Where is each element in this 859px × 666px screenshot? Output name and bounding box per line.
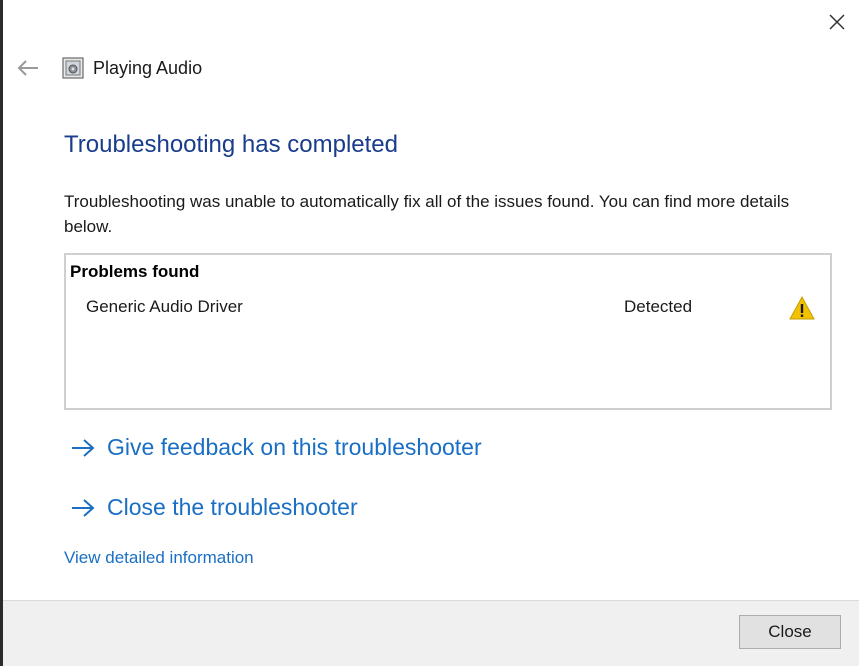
warning-icon xyxy=(789,295,815,321)
speaker-icon xyxy=(62,57,84,79)
close-button[interactable]: Close xyxy=(739,615,841,649)
problem-row[interactable]: Generic Audio Driver Detected xyxy=(66,295,830,323)
arrow-right-icon xyxy=(69,496,97,518)
close-troubleshooter-label: Close the troubleshooter xyxy=(107,494,358,520)
problem-status: Detected xyxy=(624,297,693,316)
problem-name: Generic Audio Driver xyxy=(86,297,243,316)
page-title: Troubleshooting has completed xyxy=(64,131,398,158)
problems-header: Problems found xyxy=(70,262,200,281)
footer-bar: Close xyxy=(3,600,859,666)
result-description: Troubleshooting was unable to automatica… xyxy=(64,192,790,236)
arrow-right-icon xyxy=(69,436,97,458)
app-title: Playing Audio xyxy=(93,58,203,78)
close-troubleshooter-link[interactable]: Close the troubleshooter xyxy=(69,492,358,522)
troubleshooter-window: Playing Audio Troubleshooting has comple… xyxy=(0,0,859,666)
give-feedback-label: Give feedback on this troubleshooter xyxy=(107,434,482,460)
give-feedback-link[interactable]: Give feedback on this troubleshooter xyxy=(69,432,482,462)
close-icon[interactable] xyxy=(823,8,851,36)
back-arrow-icon[interactable] xyxy=(15,58,41,78)
problems-panel: Problems found Generic Audio Driver Dete… xyxy=(64,253,832,410)
view-detailed-info-link[interactable]: View detailed information xyxy=(64,548,254,568)
